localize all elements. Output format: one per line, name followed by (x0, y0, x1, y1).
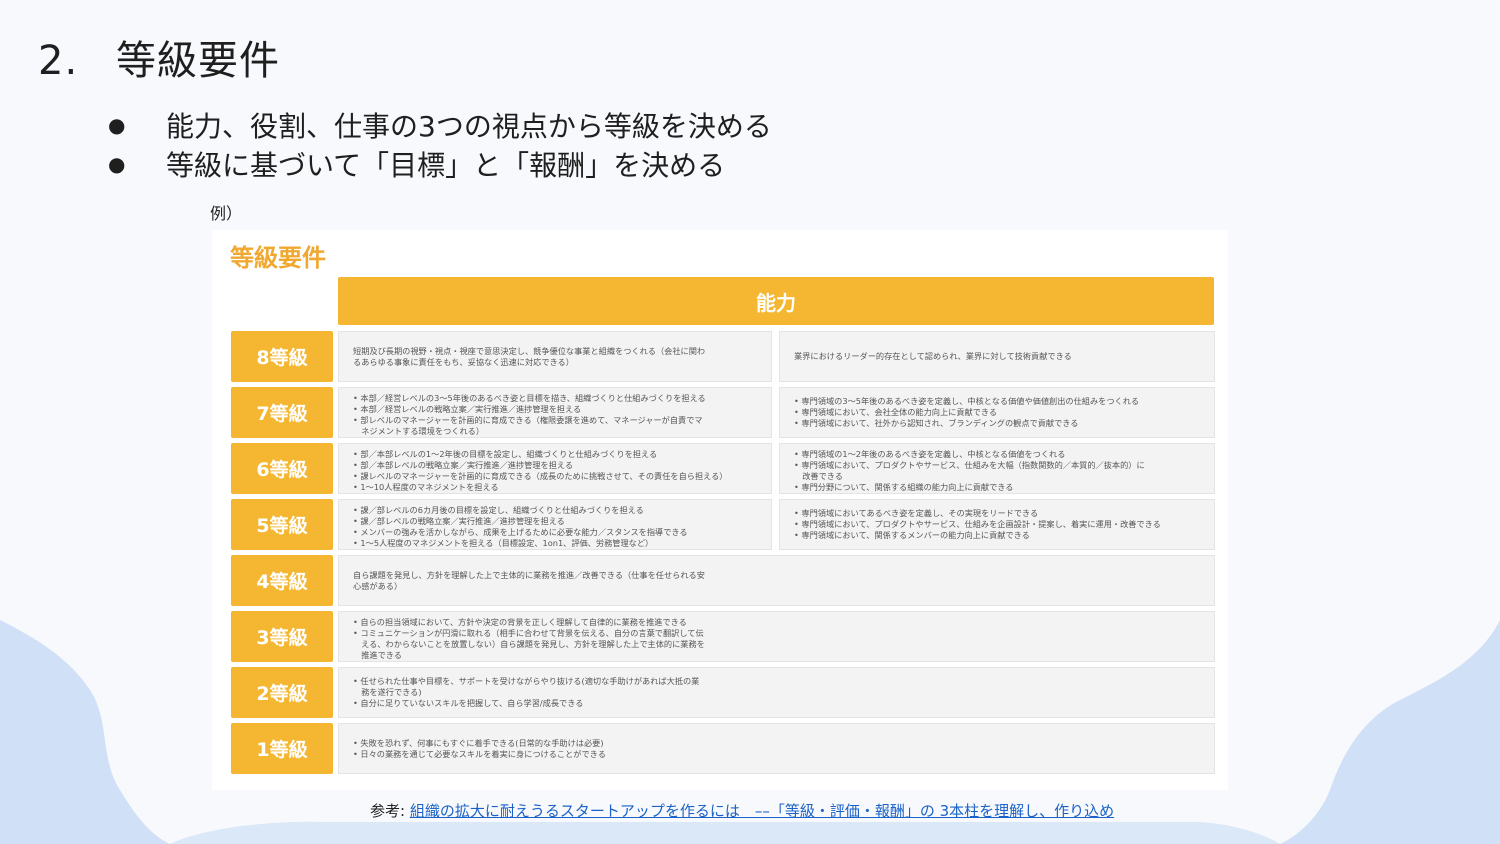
bullet-text: 等級に基づいて「目標」と「報酬」を決める (166, 149, 726, 182)
grade-row: 5等級 • 課／部レベルの6カ月後の目標を設定し、組織づくりと仕組みづくりを担える… (231, 499, 1215, 550)
ability-cell-right: • 専門領域においてあるべき姿を定義し、その実現をリードできる • 専門領域におい… (779, 499, 1215, 550)
table-title: 等級要件 (230, 244, 326, 272)
cell-line: • 専門領域においてあるべき姿を定義し、その実現をリードできる (794, 508, 1039, 518)
grade-row: 4等級 自ら課題を発見し、方針を理解した上で主体的に業務を推進／改善できる（仕事を… (231, 555, 1215, 606)
grade-row: 8等級 短期及び長期の視野・視点・視座で意思決定し、競争優位な事業と組織をつくれる… (231, 331, 1215, 382)
cell-line: • 専門分野について、関係する組織の能力向上に貢献できる (794, 482, 1014, 492)
cell-line: 短期及び長期の視野・視点・視座で意思決定し、競争優位な事業と組織をつくれる（会社… (353, 345, 706, 356)
cell-line: 自ら課題を発見し、方針を理解した上で主体的に業務を推進／改善できる（仕事を任せら… (353, 569, 705, 580)
cell-line: える、わからないことを放置しない）自ら課題を発見し、方針を理解した上で主体的に業… (353, 639, 705, 649)
cell-line: 務を遂行できる) (353, 687, 422, 697)
cell-line: • 専門領域の3〜5年後のあるべき姿を定義し、中核となる価値や価値創出の仕組みを… (794, 396, 1140, 406)
cell-line: • 課／部レベルの戦略立案／実行推進／進捗管理を担える (353, 516, 565, 526)
grade-label: 2等級 (231, 667, 333, 718)
cell-line: • 部レベルのマネージャーを計画的に育成できる（権限委譲を進めて、マネージャーが… (353, 415, 703, 425)
ability-cell: 自ら課題を発見し、方針を理解した上で主体的に業務を推進／改善できる（仕事を任せら… (338, 555, 1215, 606)
cell-line: • 部／本部レベルの戦略立案／実行推進／進捗管理を担える (353, 460, 574, 470)
ability-cell-left: • 本部／経営レベルの3〜5年後のあるべき姿と目標を描き、組織づくりと仕組みづく… (338, 387, 772, 438)
cell-line: 改善できる (794, 471, 843, 481)
cell-line: • 専門領域において、プロダクトやサービス、仕組みを企画設計・提案し、着実に運用… (794, 519, 1161, 529)
cell-line: • 本部／経営レベルの戦略立案／実行推進／進捗管理を担える (353, 404, 582, 414)
cell-line: • 1〜10人程度のマネジメントを担える (353, 482, 499, 492)
cell-line: • コミュニケーションが円滑に取れる（相手に合わせて背景を伝える、自分の言葉で翻… (353, 628, 704, 638)
reference-link[interactable]: 組織の拡大に耐えうるスタートアップを作るには ––「等級・評価・報酬」の 3本柱… (410, 802, 1114, 820)
slide-heading: 2. 等級要件 (38, 28, 280, 86)
bullet-item: ● 等級に基づいて「目標」と「報酬」を決める (108, 147, 772, 186)
grade-row: 1等級 • 失敗を恐れず、何事にもすぐに着手できる(日常的な手助けは必要) • 日々… (231, 723, 1215, 774)
grade-label: 4等級 (231, 555, 333, 606)
cell-line: • メンバーの強みを活かしながら、成果を上げるために必要な能力／スタンスを指導で… (353, 527, 688, 537)
grade-row: 2等級 • 任せられた仕事や目標を、サポートを受けながらやり抜ける(適切な手助けが… (231, 667, 1215, 718)
cell-line: • 自らの担当領域において、方針や決定の背景を正しく理解して自律的に業務を推進で… (353, 617, 687, 627)
cell-line: • 専門領域において、会社全体の能力向上に貢献できる (794, 407, 998, 417)
cell-line: • 自分に足りていないスキルを把握して、自ら学習/成長できる (353, 698, 584, 708)
cell-line: • 専門領域において、関係するメンバーの能力向上に貢献できる (794, 530, 1030, 540)
cell-line: • 専門領域において、プロダクトやサービス、仕組みを大幅（指数関数的／本質的／抜… (794, 460, 1145, 470)
grade-label: 5等級 (231, 499, 333, 550)
cell-line: • 失敗を恐れず、何事にもすぐに着手できる(日常的な手助けは必要) (353, 737, 604, 748)
grade-label: 7等級 (231, 387, 333, 438)
grade-label: 3等級 (231, 611, 333, 662)
grade-label: 6等級 (231, 443, 333, 494)
cell-line: • 本部／経営レベルの3〜5年後のあるべき姿と目標を描き、組織づくりと仕組みづく… (353, 393, 706, 403)
cell-line: • 部／本部レベルの1〜2年後の目標を設定し、組織づくりと仕組みづくりを担える (353, 449, 658, 459)
ability-cell-right: • 専門領域の3〜5年後のあるべき姿を定義し、中核となる価値や価値創出の仕組みを… (779, 387, 1215, 438)
bullet-list: ● 能力、役割、仕事の3つの視点から等級を決める ● 等級に基づいて「目標」と「報酬… (108, 108, 772, 186)
cell-line: 心感がある） (353, 580, 403, 591)
cell-line: ネジメントする環境をつくれる） (353, 426, 485, 436)
grade-row: 7等級 • 本部／経営レベルの3〜5年後のあるべき姿と目標を描き、組織づくりと仕組… (231, 387, 1215, 438)
cell-line: • 任せられた仕事や目標を、サポートを受けながらやり抜ける(適切な手助けがあれば… (353, 676, 700, 686)
ability-cell-left: • 部／本部レベルの1〜2年後の目標を設定し、組織づくりと仕組みづくりを担える •… (338, 443, 772, 494)
cell-line: • 課／部レベルの6カ月後の目標を設定し、組織づくりと仕組みづくりを担える (353, 505, 644, 515)
cell-line: るあらゆる事象に責任をもち、妥協なく迅速に対応できる） (353, 356, 574, 367)
grade-row: 6等級 • 部／本部レベルの1〜2年後の目標を設定し、組織づくりと仕組みづくりを担… (231, 443, 1215, 494)
bullet-text: 能力、役割、仕事の3つの視点から等級を決める (166, 110, 772, 143)
reference-prefix: 参考: (370, 802, 410, 820)
cell-line: • 専門領域において、社外から認知され、ブランディングの観点で貢献できる (794, 418, 1079, 428)
grade-requirements-table: 等級要件 能力 8等級 短期及び長期の視野・視点・視座で意思決定し、競争優位な事業… (212, 230, 1228, 790)
cell-line: • 専門領域の1〜2年後のあるべき姿を定義し、中核となる価値をつくれる (794, 449, 1066, 459)
grade-label: 1等級 (231, 723, 333, 774)
ability-cell-right: • 専門領域の1〜2年後のあるべき姿を定義し、中核となる価値をつくれる • 専門領… (779, 443, 1215, 494)
cell-line: • 課レベルのマネージャーを計画的に育成できる（成長のために挑戦させて、その責任… (353, 471, 728, 481)
bullet-item: ● 能力、役割、仕事の3つの視点から等級を決める (108, 108, 772, 147)
category-header: 能力 (338, 277, 1214, 325)
grade-row: 3等級 • 自らの担当領域において、方針や決定の背景を正しく理解して自律的に業務を… (231, 611, 1215, 662)
cell-line: • 日々の業務を通じて必要なスキルを着実に身につけることができる (353, 748, 606, 759)
bullet-dot-icon: ● (108, 152, 126, 176)
example-label: 例） (210, 204, 243, 223)
bullet-dot-icon: ● (108, 113, 126, 137)
section-number: 2. (38, 38, 79, 84)
cell-line: • 1〜5人程度のマネジメントを担える（目標設定、1on1、評価、労務管理など） (353, 538, 654, 548)
cell-line: 業界におけるリーダー的存在として認められ、業界に対して技術貢献できる (794, 351, 1072, 361)
slide-title: 等級要件 (116, 38, 280, 84)
ability-cell-right: 業界におけるリーダー的存在として認められ、業界に対して技術貢献できる (779, 331, 1215, 382)
ability-cell: • 自らの担当領域において、方針や決定の背景を正しく理解して自律的に業務を推進で… (338, 611, 1215, 662)
reference-note: 参考: 組織の拡大に耐えうるスタートアップを作るには ––「等級・評価・報酬」の… (370, 800, 1114, 821)
ability-cell-left: • 課／部レベルの6カ月後の目標を設定し、組織づくりと仕組みづくりを担える • 課… (338, 499, 772, 550)
ability-cell: • 失敗を恐れず、何事にもすぐに着手できる(日常的な手助けは必要) • 日々の業務… (338, 723, 1215, 774)
grade-label: 8等級 (231, 331, 333, 382)
cell-line: 推進できる (353, 650, 402, 660)
ability-cell: • 任せられた仕事や目標を、サポートを受けながらやり抜ける(適切な手助けがあれば… (338, 667, 1215, 718)
ability-cell-left: 短期及び長期の視野・視点・視座で意思決定し、競争優位な事業と組織をつくれる（会社… (338, 331, 772, 382)
